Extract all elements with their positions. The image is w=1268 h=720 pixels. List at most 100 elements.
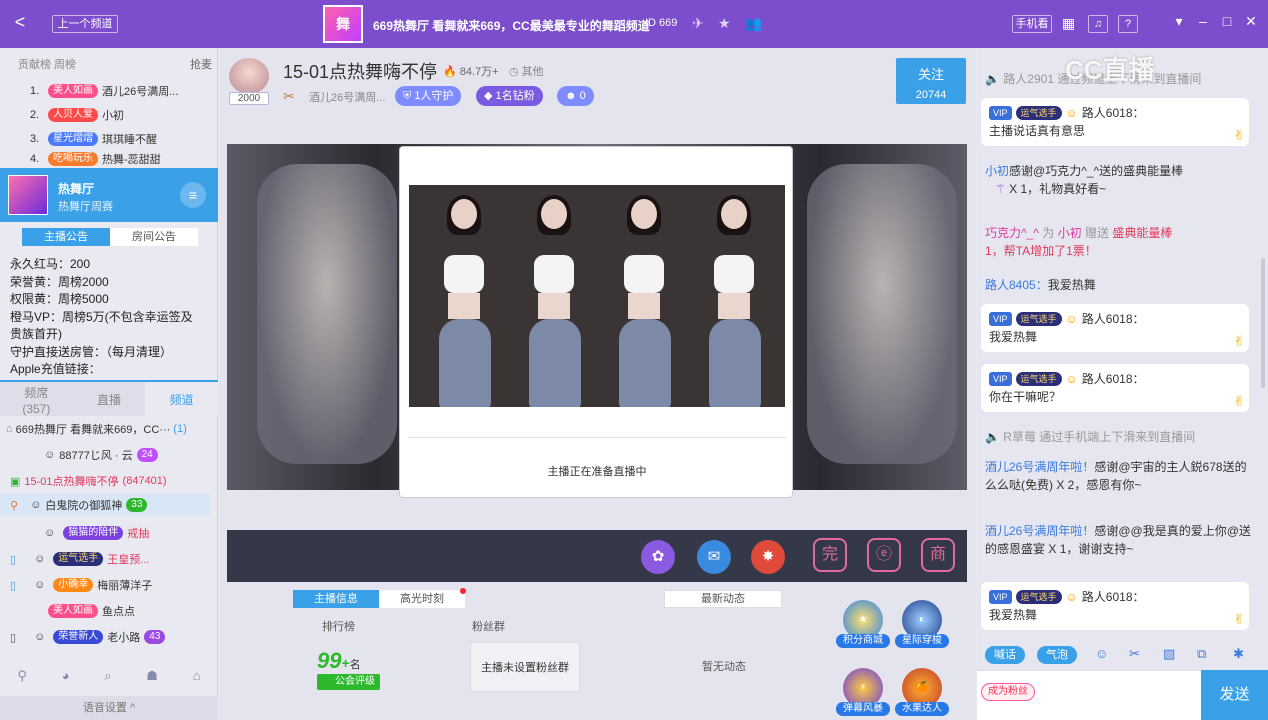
close-icon[interactable]: ✕ <box>1242 13 1260 30</box>
viewers-pill[interactable]: ☻ 0 <box>557 86 594 106</box>
list-item[interactable]: ▣ 15-01点热舞嗨不停 (847401) <box>10 470 215 492</box>
rank-badge: 美人如画 <box>48 84 98 98</box>
danmaku-storm-app[interactable]: ⚡ 弹幕风暴 <box>836 668 890 716</box>
search-icon[interactable]: ⌕ <box>104 668 111 690</box>
grab-mic-button[interactable]: 抢麦 <box>190 56 212 72</box>
tab-channel[interactable]: 频道 <box>145 382 219 416</box>
share-icon[interactable]: ⧉ <box>1197 646 1206 662</box>
grid-icon[interactable]: ▦ <box>1062 15 1075 32</box>
tab-seats[interactable]: 频席 (357) <box>0 382 73 416</box>
chat-text: 感谢@巧克力^_^送的盛典能量棒 <box>1009 164 1184 178</box>
tab-room-notice[interactable]: 房间公告 <box>110 228 198 246</box>
tab-live[interactable]: 直播 <box>72 382 146 416</box>
gift-item-icon[interactable]: ✉ <box>697 540 731 574</box>
menu-icon[interactable]: ≡ <box>180 182 206 208</box>
bubble-button[interactable]: 气泡 <box>1037 646 1077 664</box>
back-icon[interactable]: < <box>10 12 30 33</box>
tab-highlights[interactable]: 高光时刻 <box>379 590 465 608</box>
plane-icon[interactable]: ✈ <box>692 15 704 32</box>
send-button[interactable]: 发送 <box>1201 670 1268 720</box>
shout-button[interactable]: 喊话 <box>985 646 1025 664</box>
list-item[interactable]: ⌂ 669热舞厅 看舞就来669，CC··· (1) <box>6 418 211 440</box>
channel-card[interactable]: 热舞厅 热舞厅周赛 ≡ <box>0 168 218 222</box>
rank-badge: 星光熠熠 <box>48 132 98 146</box>
rank-value[interactable]: 99+名 <box>317 648 361 674</box>
follow-label: 关注 <box>917 67 944 82</box>
house-icon[interactable]: ⌂ <box>193 668 201 690</box>
rank-row[interactable]: 2. 人贝人爱 小初 <box>30 106 124 124</box>
vote-target: 小初 <box>1057 226 1082 240</box>
dancer-figure <box>519 195 589 407</box>
palette-icon[interactable]: ◕ <box>62 668 70 690</box>
become-fan-button[interactable]: 成为粉丝 <box>981 683 1035 701</box>
level-badge: 33 <box>126 498 148 512</box>
gift-item-icon[interactable]: ✸ <box>751 540 785 574</box>
shop-icon[interactable]: 商 <box>921 538 955 572</box>
list-item[interactable]: ▯ ☺ 运气选手 王皇预... <box>10 548 215 570</box>
scissors-icon[interactable]: ✂ <box>1129 646 1140 662</box>
channel-logo: 舞 <box>323 5 363 43</box>
chat-bubble[interactable]: VIP 运气选手 ☺ 路人6018： 我爱热舞 ✌ <box>981 304 1249 352</box>
hot-text: 84.7万+ <box>459 66 499 78</box>
list-item[interactable]: ▯ ☺ 荣誉新人 老小路 43 <box>10 626 215 648</box>
gamepad-icon[interactable]: ☗ <box>146 668 158 690</box>
voice-settings-button[interactable]: 语音设置 ^ <box>0 696 218 720</box>
fruit-master-app[interactable]: 🍊 水果达人 <box>895 668 949 716</box>
points-mall-app[interactable]: ★ 积分商城 <box>836 600 890 648</box>
rank-row[interactable]: 3. 星光熠熠 琪琪睡不醒 <box>30 130 157 148</box>
phone-watch-button[interactable]: 手机看 <box>1012 15 1052 33</box>
rank-row[interactable]: 4. 吃喝玩乐 热舞-蕊甜甜 <box>30 152 161 166</box>
help-icon[interactable]: ? <box>1118 15 1138 33</box>
follow-button[interactable]: 关注 20744 <box>896 58 966 104</box>
avatar[interactable] <box>229 58 269 94</box>
tab-anchor-info[interactable]: 主播信息 <box>293 590 379 608</box>
tab-anchor-notice[interactable]: 主播公告 <box>22 228 110 246</box>
image-icon[interactable]: ▨ <box>1163 646 1175 662</box>
users-icon[interactable]: 👥 <box>745 15 762 32</box>
emoji-icon: ✌ <box>1233 127 1245 143</box>
star-travel-app[interactable]: ◐ 星际穿梭 <box>895 600 949 648</box>
chat-input[interactable]: 成为粉丝 <box>977 670 1201 720</box>
bell-icon[interactable]: ♫ <box>1088 15 1108 33</box>
more-text: 其他 <box>521 66 544 78</box>
list-item[interactable]: 美人如画 鱼点点 <box>44 600 214 622</box>
bag-icon[interactable]: ⓔ <box>867 538 901 572</box>
settings-icon[interactable]: ✱ <box>1233 646 1244 662</box>
guard-pill[interactable]: ⛨ 1人守护 <box>395 86 462 106</box>
shield-icon: ⛨ <box>403 90 412 102</box>
home-icon: ⌂ <box>6 423 13 435</box>
luck-badge: 运气选手 <box>1015 372 1062 386</box>
list-item-count: (1) <box>173 423 187 435</box>
maximize-icon[interactable]: □ <box>1218 13 1236 29</box>
dropdown-icon[interactable]: ▾ <box>1170 13 1188 30</box>
list-item[interactable]: ▯ ☺ 小确幸 梅丽薄洋子 <box>10 574 215 596</box>
chat-bubble[interactable]: VIP 运气选手 ☺ 路人6018： 主播说话真有意思 ✌ <box>981 98 1249 146</box>
member-badge: 美人如画 <box>48 604 98 618</box>
prev-channel-button[interactable]: 上一个频道 <box>52 15 118 33</box>
live-icon: ▣ <box>10 475 21 488</box>
chat-scrollbar[interactable] <box>1261 258 1265 388</box>
level-badge: 24 <box>136 448 158 462</box>
chat-bubble[interactable]: VIP 运气选手 ☺ 路人6018： 你在干嘛呢？ ✌ <box>981 364 1249 412</box>
list-item-selected[interactable]: ⚲ ☺ 白鬼院の御狐神 33 <box>0 494 210 516</box>
latest-news-button[interactable]: 最新动态 <box>664 590 782 608</box>
app-caption: 弹幕风暴 <box>836 702 890 716</box>
emoji-icon[interactable]: ☺ <box>1095 646 1108 661</box>
list-item[interactable]: ☺ 88777じ风 · 云 24 <box>44 444 214 466</box>
gift-item-icon[interactable]: ✿ <box>641 540 675 574</box>
minimize-icon[interactable]: – <box>1194 13 1212 29</box>
chat-bubble[interactable]: VIP 运气选手 ☺ 路人6018： 我爱热舞 ✌ <box>981 582 1249 630</box>
rank-row[interactable]: 1. 美人如画 酒儿26号满周... <box>30 82 178 100</box>
more-info[interactable]: ◷ 其他 <box>509 63 544 79</box>
app-caption: 水果达人 <box>895 702 949 716</box>
video-player[interactable]: 主播正在准备直播中 <box>227 144 967 498</box>
vip-badge: VIP <box>989 372 1012 386</box>
location-icon[interactable]: ⚲ <box>17 668 27 690</box>
star-icon[interactable]: ★ <box>718 15 731 32</box>
list-item-text: 梅丽薄洋子 <box>97 580 153 592</box>
follow-count: 20744 <box>915 89 947 101</box>
diamond-pill[interactable]: ◆ 1名钻粉 <box>476 86 543 106</box>
play-icon[interactable]: 完 <box>813 538 847 572</box>
notice-line: 永久红马：200 <box>10 257 91 271</box>
list-item[interactable]: ☺ 猫猫的陪伴 戒抽 <box>44 522 214 544</box>
